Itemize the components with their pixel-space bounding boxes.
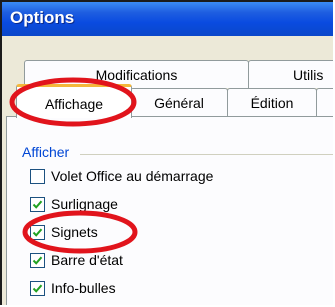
group-label-afficher: Afficher bbox=[22, 144, 70, 160]
option-surlignage[interactable]: Surlignage bbox=[30, 192, 118, 216]
checkmark-icon bbox=[32, 228, 43, 237]
tab-label: Modifications bbox=[95, 67, 178, 83]
checkbox[interactable] bbox=[30, 252, 45, 268]
options-dialog: Options Modifications Utilis Général Édi… bbox=[0, 0, 333, 305]
option-label: Volet Office au démarrage bbox=[51, 168, 214, 184]
tab-general[interactable]: Général bbox=[130, 88, 228, 116]
checkbox[interactable] bbox=[30, 280, 45, 296]
tab-overflow[interactable] bbox=[316, 88, 333, 116]
tab-utilisateur[interactable]: Utilis bbox=[248, 60, 333, 88]
checkbox[interactable] bbox=[30, 224, 45, 240]
option-label: Barre d'état bbox=[51, 252, 123, 268]
checkmark-icon bbox=[32, 200, 43, 209]
tab-edition[interactable]: Édition bbox=[227, 88, 317, 116]
dialog-body: Modifications Utilis Général Édition Aff… bbox=[2, 36, 333, 305]
tab-label: Utilis bbox=[293, 67, 324, 83]
checkbox[interactable] bbox=[30, 168, 45, 184]
tab-affichage[interactable]: Affichage bbox=[16, 84, 132, 118]
checkbox[interactable] bbox=[30, 196, 45, 212]
tab-label: Général bbox=[154, 95, 204, 111]
option-label: Surlignage bbox=[51, 196, 118, 212]
option-label: Signets bbox=[51, 224, 98, 240]
option-volet-office[interactable]: Volet Office au démarrage bbox=[30, 164, 213, 188]
option-label: Info-bulles bbox=[51, 280, 116, 296]
option-barre-etat[interactable]: Barre d'état bbox=[30, 248, 123, 272]
group-divider bbox=[80, 154, 333, 155]
checkmark-icon bbox=[32, 284, 43, 293]
title-bar[interactable]: Options bbox=[2, 2, 333, 36]
tab-label: Affichage bbox=[44, 96, 104, 112]
option-signets[interactable]: Signets bbox=[30, 220, 98, 244]
checkmark-icon bbox=[32, 256, 43, 265]
tab-label: Édition bbox=[250, 95, 294, 111]
option-info-bulles[interactable]: Info-bulles bbox=[30, 276, 116, 300]
window-title: Options bbox=[10, 8, 75, 27]
